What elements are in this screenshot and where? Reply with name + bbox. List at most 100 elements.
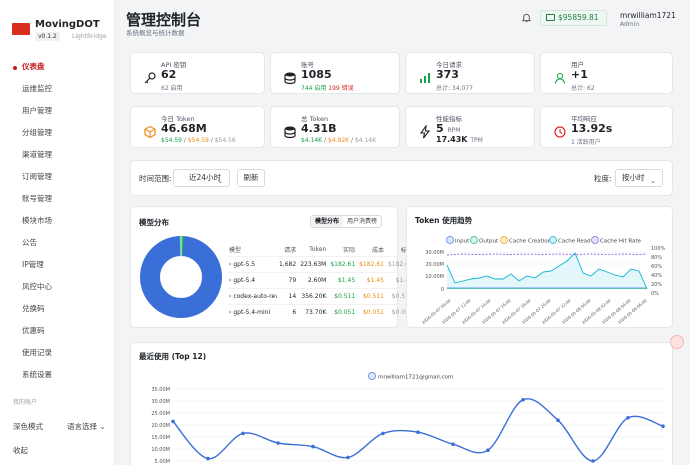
data-point[interactable]	[591, 459, 595, 463]
y-tick: 0	[441, 287, 444, 293]
table-header: 模型 请求 Token 实际 成本 标准	[227, 243, 415, 257]
balance-value: $95859.81	[558, 13, 599, 22]
nav-item-coupons[interactable]: 优惠码	[0, 320, 115, 342]
data-point[interactable]	[206, 456, 210, 461]
time-range-select[interactable]: 近24小时 ⌄	[173, 169, 230, 187]
floating-helper-button[interactable]	[670, 335, 684, 349]
language-select[interactable]: 语言选择 ⌄	[67, 421, 106, 432]
collapse-button[interactable]: 收起	[13, 445, 28, 456]
nav-item-announcements[interactable]: 公告	[0, 232, 115, 254]
table-row[interactable]: › codex-auto-rev 14 356.20K $0.511 $0.51…	[227, 288, 415, 305]
cell-cost: $0.051	[357, 304, 386, 321]
model-name: › gpt-5.4-mini	[227, 304, 277, 321]
sidebar-nav: 仪表盘 运维监控 用户管理 分组管理 渠道管理 订阅管理 账号管理 模块市场 公…	[0, 56, 115, 386]
accounts-ok: 744 启用	[301, 85, 327, 92]
stat-value: 13.92s	[571, 122, 613, 135]
data-point[interactable]	[171, 419, 175, 424]
cell-requests: 79	[277, 272, 299, 289]
legend-label: Input	[455, 239, 470, 245]
nav-item-market[interactable]: 模块市场	[0, 210, 115, 232]
cell-cost: $182.61	[357, 256, 386, 273]
data-point[interactable]	[556, 418, 560, 422]
rpm-value: 5	[436, 122, 444, 135]
chevron-right-icon: ›	[229, 293, 232, 300]
data-point[interactable]	[626, 416, 630, 420]
cell-token: 2.60M	[298, 272, 329, 289]
stat-card-requests: 今日请求 373 总计: 34,077	[405, 52, 535, 94]
cell-requests: 6	[277, 304, 299, 321]
nav-item-accounts[interactable]: 账号管理	[0, 188, 115, 210]
language-label: 语言选择	[67, 422, 97, 431]
y-axis-left: 30.00M 20.00M 10.00M 0	[425, 250, 444, 293]
key-icon	[144, 72, 156, 84]
model-dist-tabs: 模型分布 用户消费榜	[310, 215, 383, 228]
account-section-label: 我的账户	[13, 399, 38, 406]
data-point[interactable]	[346, 455, 350, 460]
model-distribution-card: 模型分布 模型分布 用户消费榜 模型 请求 Token 实际 成本 标准 › g…	[130, 206, 415, 328]
nav-item-usage[interactable]: 使用记录	[0, 342, 115, 364]
data-point[interactable]	[521, 398, 525, 402]
data-point[interactable]	[311, 444, 315, 449]
model-name-text: codex-auto-rev	[233, 293, 277, 300]
nav-item-settings[interactable]: 系统设置	[0, 364, 115, 386]
chevron-right-icon: ›	[229, 309, 232, 317]
data-point[interactable]	[486, 448, 490, 452]
legend-label: Cache Creation	[509, 239, 552, 245]
user-icon	[554, 72, 566, 84]
cell-cost: $0.511	[357, 288, 386, 305]
stat-sub: 总计: 34,077	[436, 85, 473, 92]
chevron-down-icon: ⌄	[217, 177, 223, 185]
nav-item-risk[interactable]: 风控中心	[0, 276, 115, 298]
nav-item-dashboard[interactable]: 仪表盘	[0, 56, 115, 78]
legend-label: mrwilliam1721@gmail.com	[378, 375, 453, 381]
nav-item-redeem[interactable]: 兑换码	[0, 298, 115, 320]
grid	[173, 388, 663, 462]
nav-item-groups[interactable]: 分组管理	[0, 122, 115, 144]
data-point[interactable]	[661, 424, 665, 428]
dark-mode-toggle[interactable]: 深色模式	[13, 421, 43, 432]
y-tick: 5.00M	[155, 459, 170, 465]
nav-item-ops[interactable]: 运维监控	[0, 78, 115, 100]
cache-hit-rate-line	[446, 253, 648, 256]
version-badge: v0.1.2	[35, 32, 60, 41]
bell-icon[interactable]	[521, 12, 532, 23]
legend-label: Output	[479, 239, 499, 245]
data-point[interactable]	[241, 431, 245, 436]
table-row[interactable]: › gpt-5.4 79 2.60M $1.45 $1.45 $1.45	[227, 272, 415, 289]
nav-item-ip[interactable]: IP管理	[0, 254, 115, 276]
wallet-icon	[546, 14, 555, 21]
donut-chart	[140, 236, 222, 318]
cell-actual: $1.45	[328, 272, 358, 289]
table-row[interactable]: › gpt-5.4-mini 6 73.70K $0.051 $0.051 $0…	[227, 304, 415, 321]
granularity-select[interactable]: 按小时 ⌄	[615, 169, 663, 187]
chevron-right-icon: ›	[229, 261, 232, 268]
model-name-text: gpt-5.4-mini	[233, 309, 271, 317]
cell-token: 356.20K	[298, 288, 329, 305]
y-axis-right: 100% 80% 60% 40% 20% 0%	[651, 246, 666, 297]
refresh-button[interactable]: 刷新	[237, 169, 265, 187]
stat-value: 62	[161, 68, 177, 81]
col-token: Token	[309, 246, 327, 253]
cell-actual: $0.511	[328, 288, 358, 305]
stat-value: +1	[571, 68, 588, 81]
nav-item-subscriptions[interactable]: 订阅管理	[0, 166, 115, 188]
data-point[interactable]	[381, 431, 385, 436]
nav-item-users[interactable]: 用户管理	[0, 100, 115, 122]
nav-item-channels[interactable]: 渠道管理	[0, 144, 115, 166]
series-points	[171, 398, 665, 463]
user-name[interactable]: mrwilliam1721	[620, 11, 676, 20]
data-point[interactable]	[451, 442, 455, 446]
legend-marker	[446, 236, 454, 244]
stat-sub: 总计: 62	[571, 85, 595, 92]
data-point[interactable]	[276, 441, 280, 445]
table-row[interactable]: › gpt-5.5 1,682 223.63M $182.61 $182.61 …	[227, 256, 415, 273]
balance-badge[interactable]: $95859.81	[540, 10, 607, 26]
chevron-down-icon: ⌄	[650, 177, 656, 185]
data-point[interactable]	[416, 430, 420, 434]
tab-model-distribution[interactable]: 模型分布	[311, 216, 344, 227]
tab-user-ranking[interactable]: 用户消费榜	[343, 216, 381, 227]
brand-logo	[12, 23, 30, 35]
cell-token: 73.70K	[298, 304, 329, 321]
y-tick: 10.00M	[425, 274, 444, 280]
cost-standard: $54.56	[214, 137, 236, 144]
